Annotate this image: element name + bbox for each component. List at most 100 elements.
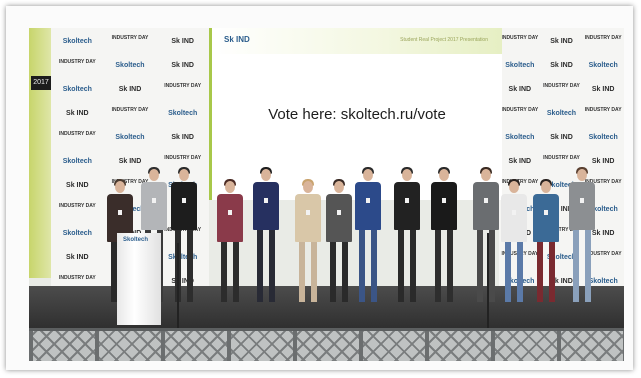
banner-logo: Skoltech [62, 230, 92, 237]
person-head [303, 181, 313, 193]
person-leg [410, 230, 416, 302]
banner-logo: Sk IND [118, 86, 142, 93]
person-torso [569, 182, 595, 230]
person-leg [187, 230, 193, 302]
green-wall: 2017 [29, 28, 51, 278]
name-badge [580, 198, 584, 203]
person-leg [359, 230, 365, 302]
name-badge [512, 210, 516, 215]
banner-logo: Sk IND [550, 134, 573, 141]
person-head [115, 181, 125, 193]
person-leg [398, 230, 404, 302]
person-head [509, 181, 519, 193]
vote-message: Vote here: skoltech.ru/vote [268, 106, 446, 123]
banner-logo: INDUSTRY DAY [543, 83, 580, 89]
banner-logo: Sk IND [591, 86, 615, 93]
person-head [225, 181, 235, 193]
banner-logo: Skoltech [168, 254, 198, 261]
person-head [402, 169, 412, 181]
person-torso [217, 194, 243, 242]
banner-logo: Sk IND [66, 110, 89, 117]
truss-post [29, 331, 33, 361]
banner-logo: INDUSTRY DAY [501, 107, 539, 113]
person-leg [435, 230, 441, 302]
banner-logo: Sk IND [66, 254, 89, 261]
person-head [363, 169, 373, 181]
person-leg [517, 242, 523, 302]
banner-logo: Skoltech [588, 62, 618, 69]
banner-logo: Sk IND [171, 38, 194, 45]
person-head [149, 169, 159, 181]
banner-logo: Skoltech [62, 86, 92, 93]
name-badge [264, 198, 268, 203]
banner-logo: Skoltech [62, 158, 92, 165]
lectern: Skoltech [117, 233, 161, 325]
mic-stand-right [487, 233, 489, 328]
person-leg [549, 242, 555, 302]
person-torso [141, 182, 167, 230]
person-leg [477, 230, 483, 302]
name-badge [484, 198, 488, 203]
person-torso [295, 194, 321, 242]
banner-logo: INDUSTRY DAY [58, 131, 96, 137]
banner-logo: Sk IND [171, 134, 194, 141]
person-torso [253, 182, 279, 230]
truss-post [623, 331, 624, 361]
name-badge [306, 210, 310, 215]
person-torso [326, 194, 352, 242]
name-badge [118, 210, 122, 215]
photo-frame: 2017 Skoltech INDUSTRY DAY Sk IND INDUSTRY … [6, 6, 633, 370]
person-leg [371, 230, 377, 302]
event-photo: 2017 Skoltech INDUSTRY DAY Sk IND INDUSTRY … [29, 28, 624, 361]
banner-logo: Sk IND [66, 182, 89, 189]
name-badge [228, 210, 232, 215]
banner-logo: Skoltech [62, 38, 92, 45]
person-head [541, 181, 551, 193]
stage-truss [29, 328, 624, 361]
person-torso [171, 182, 197, 230]
banner-logo: Sk IND [508, 158, 532, 165]
person-leg [573, 230, 579, 302]
banner-logo: Skoltech [505, 134, 535, 141]
name-badge [442, 198, 446, 203]
banner-logo: INDUSTRY DAY [58, 59, 96, 65]
person-leg [269, 230, 275, 302]
person-torso [431, 182, 457, 230]
truss-post [293, 331, 297, 361]
name-badge [152, 198, 156, 203]
person-leg [505, 242, 511, 302]
banner-logo: INDUSTRY DAY [501, 35, 539, 41]
screen-logo: Sk IND [224, 35, 250, 44]
banner-logo: Skoltech [168, 110, 198, 117]
banner-logo: Sk IND [550, 38, 573, 45]
banner-logo: INDUSTRY DAY [111, 35, 149, 41]
truss-post [359, 331, 363, 361]
truss-post [491, 331, 495, 361]
name-badge [182, 198, 186, 203]
truss-post [95, 331, 99, 361]
wall-sign: 2017 [31, 76, 51, 90]
banner-logo: Skoltech [546, 110, 577, 117]
banner-logo: INDUSTRY DAY [584, 107, 622, 113]
banner-logo: INDUSTRY DAY [58, 203, 96, 209]
person-leg [233, 242, 239, 302]
person-head [481, 169, 491, 181]
truss-post [227, 331, 231, 361]
person-head [577, 169, 587, 181]
person-torso [355, 182, 381, 230]
mic-stand-left [177, 243, 179, 328]
banner-logo: Skoltech [505, 62, 535, 69]
banner-logo: INDUSTRY DAY [111, 107, 149, 113]
name-badge [366, 198, 370, 203]
person-leg [330, 242, 336, 302]
banner-logo: Sk IND [591, 158, 615, 165]
name-badge [337, 210, 341, 215]
person-leg [585, 230, 591, 302]
person-head [439, 169, 449, 181]
person-torso [501, 194, 527, 242]
person-leg [447, 230, 453, 302]
person-torso [394, 182, 420, 230]
truss-post [557, 331, 561, 361]
person-leg [311, 242, 317, 302]
person-torso [533, 194, 559, 242]
